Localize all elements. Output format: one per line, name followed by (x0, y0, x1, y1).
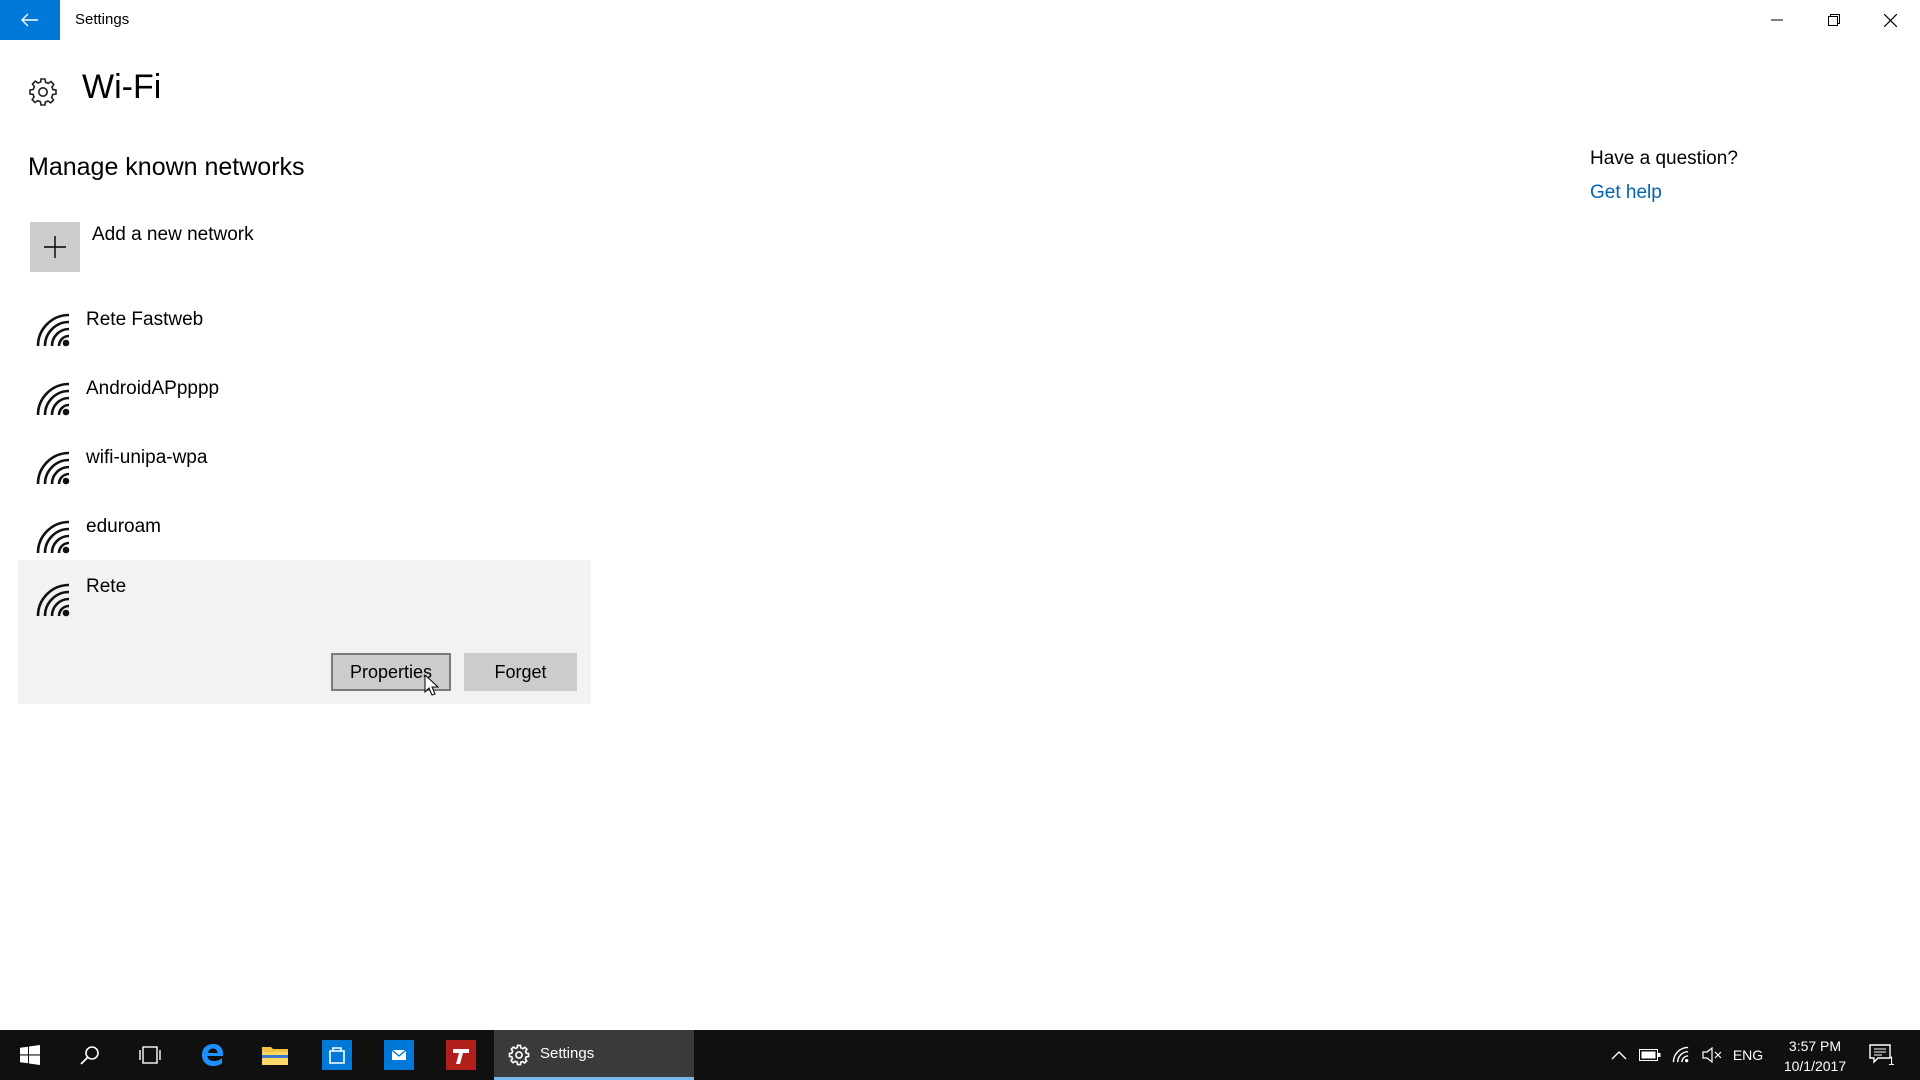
edge-button[interactable] (183, 1030, 243, 1080)
close-icon (1884, 13, 1897, 27)
folder-icon (262, 1047, 288, 1065)
volume-button[interactable] (1698, 1030, 1726, 1080)
app-icon (446, 1040, 476, 1070)
network-item[interactable]: AndroidAPpppp (18, 369, 591, 438)
wifi-icon (36, 382, 70, 416)
edge-browser-icon (202, 1044, 224, 1066)
wifi-icon (36, 451, 70, 485)
gear-icon (508, 1044, 530, 1066)
action-center-button[interactable]: 1 (1862, 1030, 1902, 1080)
plus-icon (44, 236, 66, 258)
page-title: Wi-Fi (82, 68, 162, 106)
close-button[interactable] (1862, 0, 1919, 40)
network-item[interactable]: wifi-unipa-wpa (18, 438, 591, 507)
taskbar-settings-app[interactable]: Settings (494, 1030, 694, 1080)
battery-button[interactable] (1636, 1030, 1664, 1080)
add-network-label: Add a new network (92, 224, 254, 245)
minimize-icon (1770, 19, 1783, 21)
chevron-up-icon (1611, 1051, 1627, 1060)
mail-button[interactable] (369, 1030, 429, 1080)
back-arrow-icon (21, 13, 38, 27)
add-network-tile (30, 222, 80, 272)
network-name: AndroidAPpppp (86, 378, 220, 399)
add-network-button[interactable]: Add a new network (30, 222, 430, 274)
windows-logo-icon (20, 1045, 40, 1065)
restore-icon (1827, 14, 1840, 26)
wifi-icon (36, 583, 70, 617)
store-icon (322, 1040, 352, 1070)
network-item-selected[interactable]: Rete Properties Forget (18, 560, 591, 704)
mail-icon (384, 1040, 414, 1070)
task-view-icon (139, 1046, 161, 1064)
language-indicator[interactable]: ENG (1730, 1030, 1766, 1080)
title-bar: Settings (0, 0, 1920, 40)
clock[interactable]: 3:57 PM 10/1/2017 (1770, 1036, 1860, 1076)
task-view-button[interactable] (120, 1030, 180, 1080)
help-question: Have a question? (1590, 148, 1738, 169)
forget-button[interactable]: Forget (464, 653, 577, 691)
section-title: Manage known networks (28, 153, 305, 181)
taskbar-settings-label: Settings (540, 1045, 595, 1062)
network-name: Rete Fastweb (86, 309, 204, 330)
network-name: eduroam (86, 516, 161, 537)
network-tray-button[interactable] (1667, 1030, 1695, 1080)
battery-icon (1639, 1049, 1661, 1061)
minimize-button[interactable] (1748, 0, 1805, 40)
search-button[interactable] (60, 1030, 120, 1080)
store-button[interactable] (307, 1030, 367, 1080)
network-item[interactable]: Rete Fastweb (18, 300, 591, 369)
network-name: wifi-unipa-wpa (86, 447, 208, 468)
wifi-icon (36, 313, 70, 347)
gear-icon (29, 78, 57, 106)
restore-button[interactable] (1805, 0, 1862, 40)
start-button[interactable] (0, 1030, 60, 1080)
search-icon (80, 1046, 99, 1065)
mouse-cursor-icon (424, 674, 440, 696)
get-help-link[interactable]: Get help (1590, 182, 1662, 204)
window-title: Settings (75, 11, 130, 28)
app-button[interactable] (431, 1030, 491, 1080)
notification-count: 1 (1888, 1054, 1895, 1068)
file-explorer-button[interactable] (245, 1030, 305, 1080)
back-button[interactable] (0, 0, 60, 40)
wifi-icon (36, 520, 70, 554)
network-name: Rete (86, 576, 127, 597)
show-hidden-icons-button[interactable] (1605, 1030, 1633, 1080)
wifi-tray-icon (1672, 1046, 1689, 1063)
clock-date: 10/1/2017 (1783, 1058, 1847, 1074)
clock-time: 3:57 PM (1788, 1038, 1842, 1054)
volume-muted-icon (1702, 1047, 1722, 1063)
taskbar: Settings ENG 3:57 PM 10/1/2017 1 (0, 1030, 1920, 1080)
